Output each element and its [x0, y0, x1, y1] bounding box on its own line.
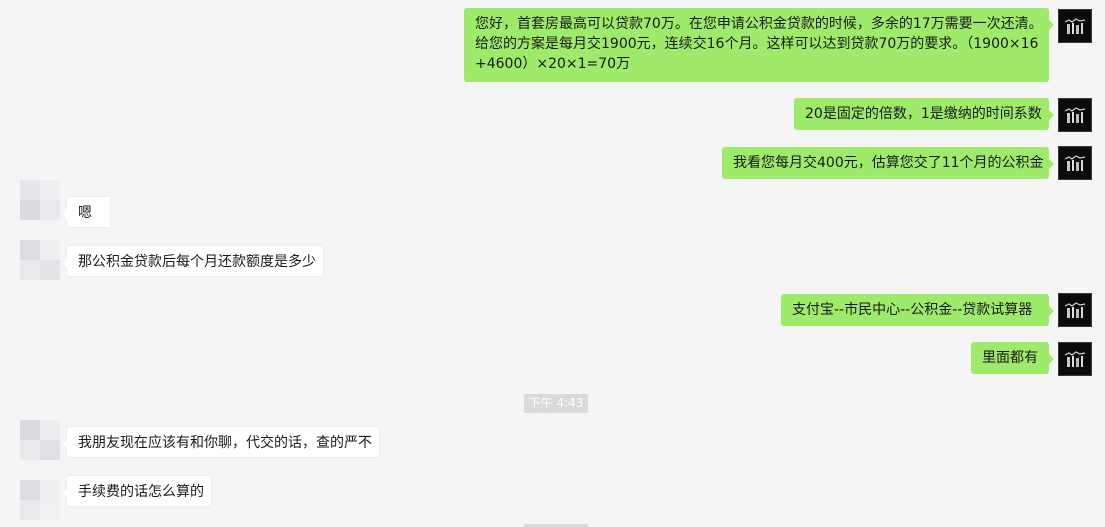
message-line: 您好，首套房最高可以贷款70万。在您申请公积金贷款的时候，多余的17万需要一次还… [475, 16, 1043, 32]
message-line: 那公积金贷款后每个月还款额度是多少 [78, 254, 316, 270]
message-bubble-incoming[interactable]: 嗯 [61, 196, 111, 228]
message-bubble-outgoing[interactable]: 20是固定的倍数，1是缴纳的时间系数 [794, 98, 1054, 130]
photo-icon [1059, 343, 1091, 375]
self-avatar-icon[interactable] [1058, 342, 1092, 376]
self-avatar-icon[interactable] [1058, 293, 1092, 327]
self-avatar-icon[interactable] [1058, 98, 1092, 132]
message-bubble-incoming[interactable]: 我朋友现在应该有和你聊，代交的话，查的严不 [61, 426, 380, 458]
message-line: 我朋友现在应该有和你聊，代交的话，查的严不 [78, 435, 372, 451]
message-bubble-incoming[interactable]: 手续费的话怎么算的 [61, 475, 212, 507]
photo-icon [1059, 294, 1091, 326]
photo-icon [1059, 10, 1091, 42]
contact-avatar-icon[interactable] [20, 240, 60, 280]
contact-avatar-icon[interactable] [20, 180, 60, 220]
message-line: 嗯 [78, 205, 92, 221]
message-bubble-incoming[interactable]: 那公积金贷款后每个月还款额度是多少 [61, 245, 324, 277]
message-line: 给您的方案是每月交1900元，连续交16个月。这样可以达到贷款70万的要求。（1… [475, 36, 1039, 52]
message-bubble-outgoing[interactable]: 您好，首套房最高可以贷款70万。在您申请公积金贷款的时候，多余的17万需要一次还… [464, 8, 1054, 82]
photo-icon [1059, 147, 1091, 179]
message-line: 支付宝--市民中心--公积金--贷款试算器 [792, 302, 1033, 318]
message-bubble-outgoing[interactable]: 里面都有 [971, 342, 1054, 374]
message-line: 我看您每月交400元，估算您交了11个月的公积金 [733, 155, 1044, 171]
message-line: 20是固定的倍数，1是缴纳的时间系数 [805, 106, 1042, 122]
timestamp-label: 下午 4:43 [524, 394, 588, 413]
photo-icon [1059, 99, 1091, 131]
message-line: 手续费的话怎么算的 [78, 484, 204, 500]
message-line: 里面都有 [982, 350, 1038, 366]
chat-area: 您好，首套房最高可以贷款70万。在您申请公积金贷款的时候，多余的17万需要一次还… [0, 0, 1105, 527]
contact-avatar-icon[interactable] [20, 480, 60, 520]
message-bubble-outgoing[interactable]: 支付宝--市民中心--公积金--贷款试算器 [781, 294, 1054, 326]
contact-avatar-icon[interactable] [20, 420, 60, 460]
self-avatar-icon[interactable] [1058, 9, 1092, 43]
message-line: +4600）×20×1=70万 [475, 56, 631, 72]
message-bubble-outgoing[interactable]: 我看您每月交400元，估算您交了11个月的公积金 [722, 147, 1054, 179]
self-avatar-icon[interactable] [1058, 146, 1092, 180]
